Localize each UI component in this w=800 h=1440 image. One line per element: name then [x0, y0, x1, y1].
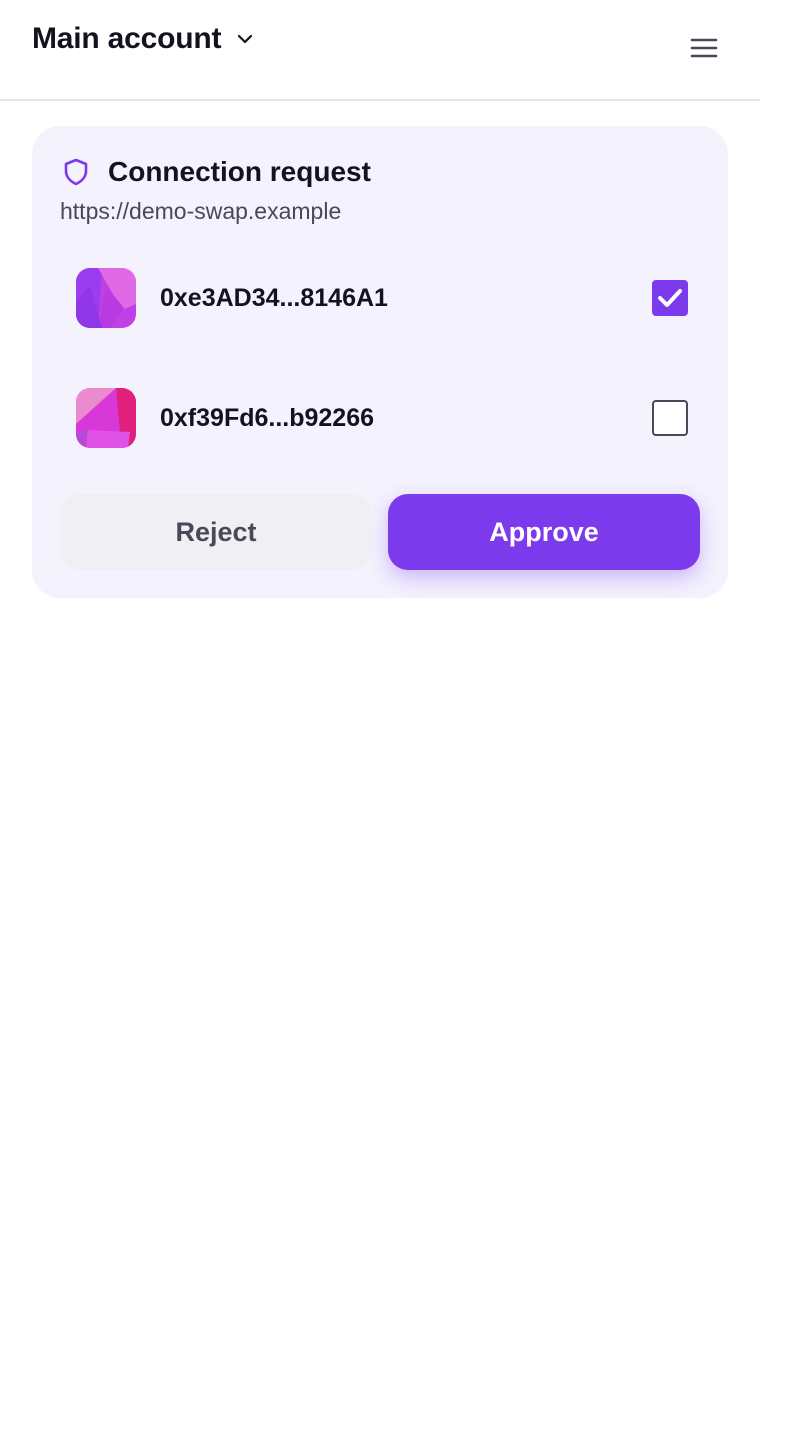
menu-button[interactable] — [686, 32, 722, 64]
chevron-down-icon — [238, 34, 253, 44]
card-title-row: Connection request — [60, 156, 371, 188]
card-title: Connection request — [108, 156, 371, 187]
checkmark-icon — [658, 289, 682, 307]
approve-button[interactable]: Approve — [388, 494, 700, 570]
account-row[interactable]: 0xf39Fd6...b92266 — [76, 388, 688, 448]
account-checkbox[interactable] — [652, 400, 688, 436]
shield-icon — [64, 158, 88, 186]
account-name: Main account — [32, 22, 222, 55]
account-avatar — [76, 268, 136, 328]
hamburger-menu-icon — [690, 38, 718, 58]
account-checkbox[interactable] — [652, 280, 688, 316]
account-switcher[interactable]: Main account — [32, 22, 255, 56]
wallet-popup: Main account Connection request https://… — [0, 0, 760, 1440]
account-address: 0xf39Fd6...b92266 — [160, 403, 375, 432]
origin-url: https://demo-swap.example — [60, 198, 342, 224]
connection-request-card: Connection request https://demo-swap.exa… — [32, 126, 728, 598]
account-address: 0xe3AD34...8146A1 — [160, 283, 388, 312]
account-row[interactable]: 0xe3AD34...8146A1 — [76, 268, 688, 328]
account-avatar — [76, 388, 136, 448]
reject-button[interactable]: Reject — [60, 494, 372, 570]
header: Main account — [0, 0, 760, 101]
